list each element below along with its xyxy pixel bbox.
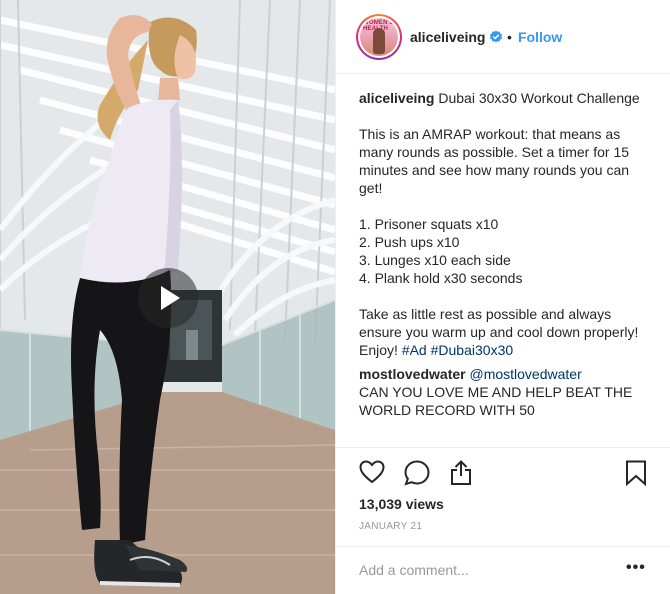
caption-outro: Take as little rest as possible and alwa…	[359, 306, 639, 340]
add-comment-bar: •••	[336, 546, 670, 594]
caption-step: 3. Lunges x10 each side	[359, 252, 511, 268]
caption-enjoy-text: Enjoy!	[359, 342, 402, 358]
hashtag-link[interactable]: #Dubai30x30	[431, 342, 514, 358]
follow-button[interactable]: Follow	[518, 29, 562, 45]
more-options-icon[interactable]: •••	[626, 559, 646, 577]
bookmark-icon[interactable]	[625, 460, 647, 486]
comment-item: mostlovedwater @mostlovedwater	[359, 365, 651, 383]
caption-step: 4. Plank hold x30 seconds	[359, 270, 523, 286]
caption-intro: This is an AMRAP workout: that means as …	[359, 126, 630, 196]
comments-list[interactable]: aliceliveing Dubai 30x30 Workout Challen…	[336, 74, 670, 447]
caption-title-text: Dubai 30x30 Workout Challenge	[434, 90, 640, 106]
play-icon	[161, 286, 180, 310]
header-username[interactable]: aliceliveing	[410, 29, 485, 45]
hashtag-link[interactable]: #Ad	[402, 342, 427, 358]
comment-text: CAN YOU LOVE ME AND HELP BEAT THE WORLD …	[359, 384, 633, 418]
comment-icon[interactable]	[404, 460, 430, 486]
comment-username[interactable]: mostlovedwater	[359, 366, 466, 382]
caption-enjoy: Enjoy! #Ad #Dubai30x30	[359, 341, 651, 359]
comment-input[interactable]	[359, 559, 599, 581]
action-bar	[336, 447, 670, 497]
heart-icon[interactable]	[359, 460, 385, 484]
caption-step: 1. Prisoner squats x10	[359, 216, 499, 232]
play-button[interactable]	[138, 268, 198, 328]
post-date[interactable]: JANUARY 21	[359, 521, 422, 532]
comment-mention[interactable]: @mostlovedwater	[469, 366, 581, 382]
verified-badge-icon	[490, 30, 502, 43]
caption-title: aliceliveing Dubai 30x30 Workout Challen…	[359, 89, 651, 107]
separator-dot: •	[507, 29, 512, 45]
share-icon[interactable]	[449, 460, 473, 486]
caption-username[interactable]: aliceliveing	[359, 90, 434, 106]
post-header: WOMEN'S HEALTH aliceliveing • Follow	[336, 0, 670, 74]
instagram-post: WOMEN'S HEALTH aliceliveing • Follow ali…	[0, 0, 670, 594]
avatar-image: WOMEN'S HEALTH	[360, 18, 398, 56]
post-video[interactable]	[0, 0, 335, 594]
caption-step: 2. Push ups x10	[359, 234, 460, 250]
views-count[interactable]: 13,039 views	[359, 496, 444, 512]
post-side-panel: WOMEN'S HEALTH aliceliveing • Follow ali…	[335, 0, 670, 594]
avatar[interactable]: WOMEN'S HEALTH	[356, 14, 402, 60]
